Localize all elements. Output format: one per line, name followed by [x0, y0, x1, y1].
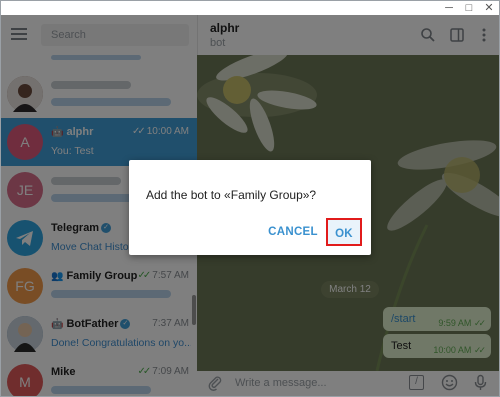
window-titlebar: ─ □ ✕ — [1, 1, 499, 15]
telegram-window: ─ □ ✕ Search A — [0, 0, 500, 397]
minimize-button[interactable]: ─ — [441, 2, 457, 14]
close-window-button[interactable]: ✕ — [481, 2, 497, 14]
cancel-button[interactable]: CANCEL — [263, 218, 323, 246]
dialog-message: Add the bot to «Family Group»? — [146, 188, 317, 202]
add-bot-dialog: Add the bot to «Family Group»? CANCEL OK — [129, 160, 371, 255]
ok-button[interactable]: OK — [326, 218, 362, 246]
maximize-button[interactable]: □ — [461, 2, 477, 14]
